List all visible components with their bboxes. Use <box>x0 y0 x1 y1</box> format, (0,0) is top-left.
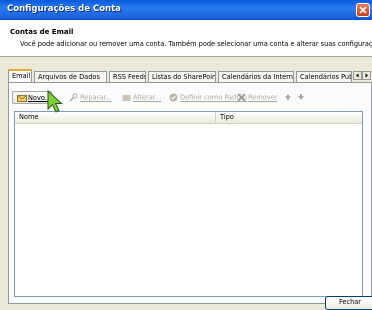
remove-button[interactable]: Remover <box>237 93 277 102</box>
close-icon <box>359 6 367 14</box>
tab-internet-calendars[interactable]: Calendários da Internet <box>218 71 294 82</box>
set-default-button[interactable]: Definir como Padrão <box>169 93 247 102</box>
remove-label: Remover <box>248 93 278 102</box>
dialog-header: Contas de Email Você pode adicionar ou r… <box>0 20 372 57</box>
tab-rss-feeds[interactable]: RSS Feeds <box>109 71 146 82</box>
tab-scroll-left[interactable] <box>353 71 362 80</box>
column-header-type[interactable]: Tipo <box>216 112 363 123</box>
tab-scroll-right[interactable] <box>362 71 371 80</box>
tab-published-calendars[interactable]: Calendários Publica <box>296 71 352 82</box>
move-down-button[interactable] <box>297 93 307 101</box>
change-button[interactable]: Alterar... <box>122 93 161 102</box>
close-window-button[interactable] <box>356 3 370 17</box>
account-settings-window: Configurações de Conta Contas de Email V… <box>0 0 372 310</box>
tab-data-files[interactable]: Arquivos de Dados <box>34 71 107 82</box>
header-description: Você pode adicionar ou remover uma conta… <box>20 40 372 48</box>
arrow-left-icon <box>356 73 359 78</box>
mouse-cursor-icon <box>47 90 63 113</box>
repair-button[interactable]: Reparar... <box>69 93 112 102</box>
header-title: Contas de Email <box>10 28 74 36</box>
email-tab-panel: Novo... Reparar... Alterar... Definir co… <box>8 82 372 304</box>
wrench-icon <box>69 93 78 102</box>
arrow-down-icon <box>298 94 304 100</box>
account-toolbar: Novo... Reparar... Alterar... Definir co… <box>9 83 371 105</box>
arrow-right-icon <box>365 73 368 78</box>
list-header: Nome Tipo <box>15 112 362 124</box>
move-up-button[interactable] <box>284 93 294 101</box>
change-label: Alterar... <box>133 93 162 102</box>
repair-label: Reparar... <box>80 93 112 102</box>
tab-email[interactable]: Email <box>8 69 32 82</box>
remove-x-icon <box>237 93 246 102</box>
close-dialog-button[interactable]: Fechar <box>325 296 372 310</box>
tab-sharepoint-lists[interactable]: Listas do SharePoint <box>148 71 216 82</box>
new-mail-icon <box>17 95 27 102</box>
change-icon <box>122 95 131 101</box>
check-circle-icon <box>169 93 178 102</box>
title-bar[interactable]: Configurações de Conta <box>0 0 372 20</box>
window-title: Configurações de Conta <box>7 4 121 14</box>
accounts-list[interactable]: Nome Tipo <box>14 111 363 297</box>
new-account-button[interactable]: Novo... <box>12 91 52 104</box>
column-header-name[interactable]: Nome <box>15 112 216 123</box>
arrow-up-icon <box>285 94 291 100</box>
